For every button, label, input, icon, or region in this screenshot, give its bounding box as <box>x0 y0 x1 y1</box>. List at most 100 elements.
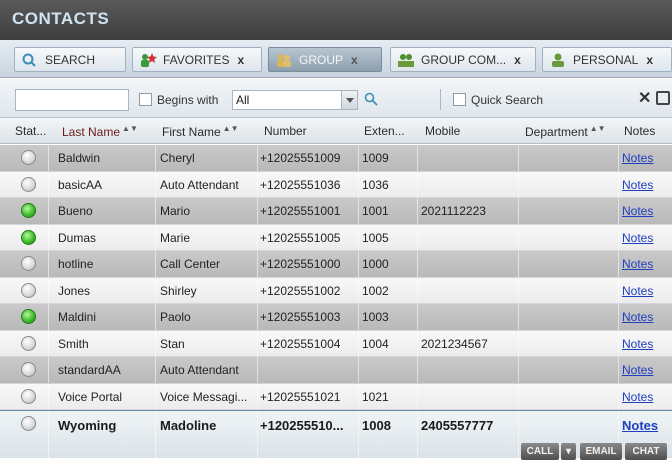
column-divider <box>48 357 49 383</box>
cell-first: Auto Attendant <box>160 363 239 377</box>
close-icon[interactable]: x <box>646 53 653 67</box>
col-extension-header[interactable]: Exten... <box>364 124 405 138</box>
filter-select-value: All <box>236 93 250 107</box>
tab-group[interactable]: GROUP x <box>268 47 382 72</box>
col-number-header[interactable]: Number <box>264 124 307 138</box>
column-divider <box>618 224 619 250</box>
call-button[interactable]: CALL <box>521 443 559 460</box>
notes-link[interactable]: Notes <box>622 390 653 404</box>
table-row[interactable]: Bueno Mario +12025551001 1001 2021112223 Note… <box>0 198 672 225</box>
column-divider <box>358 145 359 171</box>
column-divider <box>417 171 418 197</box>
col-notes-header[interactable]: Notes <box>624 124 655 138</box>
table-row[interactable]: Jones Shirley +12025551002 1002 Notes <box>0 277 672 304</box>
notes-link[interactable]: Notes <box>622 337 653 351</box>
cell-last: hotline <box>58 257 94 271</box>
notes-link[interactable]: Notes <box>622 231 653 245</box>
close-icon[interactable]: x <box>514 53 521 67</box>
notes-link[interactable]: Notes <box>622 151 653 165</box>
search-icon <box>21 52 39 68</box>
column-divider <box>48 251 49 277</box>
column-divider <box>155 357 156 383</box>
begins-with-checkbox[interactable] <box>139 93 152 106</box>
notes-link[interactable]: Notes <box>622 363 653 377</box>
column-divider <box>48 330 49 356</box>
group-icon <box>275 52 293 68</box>
cell-last: Wyoming <box>58 418 117 433</box>
cell-last: Maldini <box>58 310 97 324</box>
cell-mobile: 2405557777 <box>421 418 494 433</box>
cell-number: +12025551021 <box>260 389 341 404</box>
notes-link[interactable]: Notes <box>622 418 658 433</box>
clear-icon[interactable]: ✕ <box>638 88 651 108</box>
table-row[interactable]: Voice Portal Voice Messagi... +12025551021… <box>0 383 672 410</box>
toolbar-divider <box>440 89 441 110</box>
cell-number: +12025551001 <box>260 204 341 218</box>
tab-favorites[interactable]: FAVORITES x <box>132 47 262 72</box>
column-divider <box>257 277 258 303</box>
notes-link[interactable]: Notes <box>622 178 653 192</box>
email-button[interactable]: EMAIL <box>580 443 622 460</box>
column-divider <box>518 224 519 250</box>
cell-mobile: 2021234567 <box>421 336 488 351</box>
column-divider <box>257 251 258 277</box>
close-icon[interactable]: x <box>237 53 244 67</box>
column-divider <box>358 171 359 197</box>
cell-number: +12025551004 <box>260 336 341 351</box>
column-divider <box>618 251 619 277</box>
tab-search[interactable]: SEARCH <box>14 47 126 72</box>
search-icon[interactable] <box>364 92 378 106</box>
cell-ext: 1021 <box>362 389 389 404</box>
tab-personal[interactable]: PERSONAL x <box>542 47 672 72</box>
col-mobile-header[interactable]: Mobile <box>425 124 460 138</box>
table-row[interactable]: Smith Stan +12025551004 1004 2021234567 Notes <box>0 330 672 357</box>
chat-button[interactable]: CHAT <box>625 443 667 460</box>
table-row[interactable]: Baldwin Cheryl +12025551009 1009 Notes <box>0 145 672 172</box>
cell-last: Bueno <box>58 204 93 218</box>
column-divider <box>48 277 49 303</box>
chevron-down-icon[interactable] <box>341 91 357 109</box>
column-divider <box>518 251 519 277</box>
sort-icon: ▲▼ <box>589 124 606 133</box>
tab-label: SEARCH <box>45 52 96 67</box>
filter-select[interactable]: All <box>232 90 358 110</box>
column-divider <box>618 383 619 409</box>
column-divider <box>48 383 49 409</box>
table-row[interactable]: Dumas Marie +12025551005 1005 Notes <box>0 224 672 251</box>
personal-icon <box>549 52 567 68</box>
search-input[interactable] <box>15 89 129 111</box>
cell-ext: 1008 <box>362 418 391 433</box>
group-common-icon <box>397 52 415 68</box>
col-department-header[interactable]: Department ▲▼ <box>525 124 606 139</box>
column-divider <box>358 224 359 250</box>
column-divider <box>257 145 258 171</box>
notes-link[interactable]: Notes <box>622 310 653 324</box>
cell-last: basicAA <box>58 177 103 192</box>
column-divider <box>155 304 156 330</box>
table-row[interactable]: hotline Call Center +12025551000 1000 Notes <box>0 251 672 278</box>
close-icon[interactable]: x <box>351 53 358 67</box>
col-status-header[interactable]: Stat... <box>15 124 46 138</box>
column-divider <box>358 357 359 383</box>
export-icon[interactable] <box>656 91 670 105</box>
notes-link[interactable]: Notes <box>622 204 653 218</box>
notes-link[interactable]: Notes <box>622 257 653 271</box>
column-divider <box>155 171 156 197</box>
column-divider <box>155 198 156 224</box>
table-row[interactable]: basicAA Auto Attendant +12025551036 1036 Not… <box>0 171 672 198</box>
quick-search-checkbox[interactable] <box>453 93 466 106</box>
column-divider <box>518 198 519 224</box>
column-divider <box>618 277 619 303</box>
call-options-chevron-icon[interactable]: ▾ <box>561 443 576 460</box>
tab-group-common[interactable]: GROUP COM... x <box>390 47 536 72</box>
col-first-name-header[interactable]: First Name ▲▼ <box>162 124 239 139</box>
table-row[interactable]: standardAA Auto Attendant Notes <box>0 357 672 384</box>
column-divider <box>48 171 49 197</box>
cell-ext: 1005 <box>362 230 389 245</box>
presence-status-icon <box>21 229 36 245</box>
notes-link[interactable]: Notes <box>622 284 653 298</box>
col-last-name-header[interactable]: Last Name ▲▼ <box>62 124 138 139</box>
table-row[interactable]: Maldini Paolo +12025551003 1003 Notes <box>0 304 672 331</box>
column-divider <box>618 304 619 330</box>
cell-last: standardAA <box>58 363 121 377</box>
